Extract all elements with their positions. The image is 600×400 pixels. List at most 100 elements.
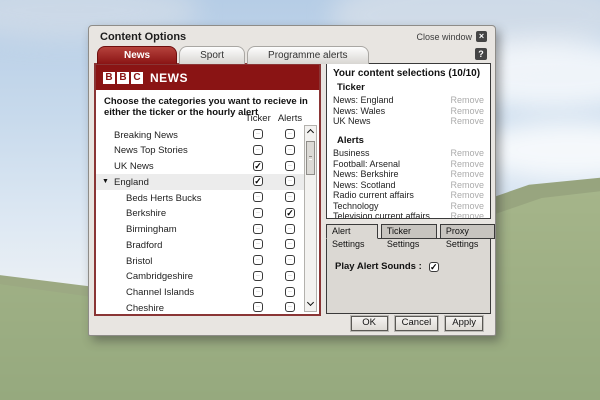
play-alert-sounds-label: Play Alert Sounds :	[335, 261, 422, 272]
tab-sport[interactable]: Sport	[179, 46, 245, 64]
apply-button[interactable]: Apply	[445, 316, 483, 331]
play-alert-sounds-checkbox[interactable]: ✓	[429, 262, 439, 272]
alerts-checkbox[interactable]: –	[285, 161, 295, 171]
selection-item: UK News Remove	[333, 116, 484, 126]
scrollbar-up-icon[interactable]	[305, 126, 316, 138]
category-row-birmingham: Birmingham – –	[96, 222, 305, 238]
category-label: Channel Islands	[126, 287, 194, 298]
selection-item: News: BerkshireRemove	[333, 169, 484, 179]
selection-item-label: Television current affairs	[333, 211, 430, 219]
alerts-checkbox[interactable]: –	[285, 145, 295, 155]
alerts-checkbox[interactable]: –	[285, 255, 295, 265]
ticker-checkbox[interactable]: –	[253, 224, 263, 234]
alerts-checkbox[interactable]: –	[285, 302, 295, 312]
selection-item-label: Technology	[333, 201, 379, 211]
bbc-logo-letter: B	[117, 72, 129, 84]
tab-alert-settings[interactable]: Alert Settings	[326, 224, 378, 239]
expander-icon[interactable]: ▼	[102, 178, 109, 185]
remove-link[interactable]: Remove	[450, 116, 484, 126]
selection-group-ticker: Ticker News: EnglandRemoveNews: Wales Remo…	[333, 82, 484, 126]
tab-ticker-settings[interactable]: Ticker Settings	[381, 224, 437, 239]
page-title: Content Options	[100, 31, 186, 43]
ok-button[interactable]: OK	[351, 316, 388, 331]
alerts-checkbox[interactable]: –	[285, 224, 295, 234]
selection-item-label: UK News	[333, 116, 371, 126]
alerts-checkbox[interactable]: –	[285, 192, 295, 202]
list-scrollbar[interactable]	[304, 125, 317, 312]
tab-news[interactable]: News	[97, 46, 177, 64]
selection-item: News: Wales Remove	[333, 106, 484, 116]
category-list: Breaking News––News Top Stories––UK News…	[96, 127, 305, 316]
selection-item: BusinessRemove	[333, 148, 484, 158]
selection-item-label: News: Wales	[333, 106, 385, 116]
ticker-checkbox[interactable]: –	[253, 287, 263, 297]
ticker-checkbox[interactable]: ✓	[253, 176, 263, 186]
category-row-channel-islands: Channel Islands – –	[96, 285, 305, 301]
category-label: Cambridgeshire	[126, 271, 193, 282]
category-label: Breaking News	[114, 130, 178, 141]
remove-link[interactable]: Remove	[450, 106, 484, 116]
help-button[interactable]: ?	[475, 48, 487, 60]
categories-panel: B B C NEWS Choose the categories you wan…	[94, 63, 321, 316]
selections-groups: Ticker News: EnglandRemoveNews: Wales Remo…	[333, 82, 484, 219]
remove-link[interactable]: Remove	[450, 148, 484, 158]
selection-item: News: Scotland Remove	[333, 180, 484, 190]
column-headers: Ticker Alerts	[96, 113, 319, 125]
category-row-beds-herts-bucks: Beds Herts Bucks – –	[96, 190, 305, 206]
instruction-line-1: Choose the categories you want to reciev…	[104, 96, 319, 107]
ticker-checkbox[interactable]: –	[253, 302, 263, 312]
close-window-button[interactable]: Close window ×	[416, 31, 487, 42]
category-label: England	[114, 177, 149, 188]
ticker-checkbox[interactable]: –	[253, 239, 263, 249]
category-row-cheshire: Cheshire – –	[96, 300, 305, 316]
alerts-checkbox[interactable]: –	[285, 176, 295, 186]
selection-item: Radio current affairsRemove	[333, 190, 484, 200]
bbc-news-logo: B B C NEWS	[96, 65, 319, 90]
remove-link[interactable]: Remove	[450, 159, 484, 169]
selection-group-heading: Alerts	[337, 135, 484, 146]
close-window-label: Close window	[416, 32, 472, 42]
alerts-checkbox[interactable]: –	[285, 239, 295, 249]
remove-link[interactable]: Remove	[450, 180, 484, 190]
category-row-bristol: Bristol––	[96, 253, 305, 269]
category-label: Beds Herts Bucks	[126, 193, 202, 204]
settings-tab-bar: Alert SettingsTicker SettingsProxy Setti…	[326, 224, 495, 239]
remove-link[interactable]: Remove	[450, 95, 484, 105]
selection-item: Football: ArsenalRemove	[333, 159, 484, 169]
main-tab-bar: NewsSportProgramme alerts	[97, 46, 369, 64]
tab-programme-alerts[interactable]: Programme alerts	[247, 46, 368, 64]
alerts-checkbox[interactable]: –	[285, 287, 295, 297]
category-row-breaking-news: Breaking News – –	[96, 127, 305, 143]
ticker-checkbox[interactable]: –	[253, 271, 263, 281]
selection-group-heading: Ticker	[337, 82, 484, 93]
scrollbar-down-icon[interactable]	[305, 299, 316, 311]
remove-link[interactable]: Remove	[450, 190, 484, 200]
ticker-checkbox[interactable]: –	[253, 145, 263, 155]
ticker-checkbox[interactable]: ✓	[253, 161, 263, 171]
tab-proxy-settings[interactable]: Proxy Settings	[440, 224, 495, 239]
cancel-button[interactable]: Cancel	[395, 316, 439, 331]
ticker-checkbox[interactable]: –	[253, 129, 263, 139]
selection-item: Technology Remove	[333, 201, 484, 211]
alerts-checkbox[interactable]: ✓	[285, 208, 295, 218]
bbc-logo-letter: B	[103, 72, 115, 84]
selection-item: News: EnglandRemove	[333, 95, 484, 105]
category-label: Birmingham	[126, 224, 177, 235]
scrollbar-thumb[interactable]	[306, 141, 315, 175]
alerts-checkbox[interactable]: –	[285, 271, 295, 281]
remove-link[interactable]: Remove	[450, 169, 484, 179]
selection-item: Television current affairs Remove	[333, 211, 484, 219]
alerts-checkbox[interactable]: –	[285, 129, 295, 139]
ticker-column-header: Ticker	[240, 113, 276, 124]
remove-link[interactable]: Remove	[450, 201, 484, 211]
selection-item-label: News: Scotland	[333, 180, 396, 190]
category-row-cambridgeshire: Cambridgeshire – –	[96, 269, 305, 285]
bbc-logo-letter: C	[131, 72, 143, 84]
footer-button-bar: OK Cancel Apply	[351, 316, 483, 331]
ticker-checkbox[interactable]: –	[253, 208, 263, 218]
category-label: Cheshire	[126, 303, 164, 314]
ticker-checkbox[interactable]: –	[253, 192, 263, 202]
ticker-checkbox[interactable]: –	[253, 255, 263, 265]
remove-link[interactable]: Remove	[450, 211, 484, 219]
content-options-dialog: Content Options Close window × NewsSport…	[88, 25, 496, 336]
